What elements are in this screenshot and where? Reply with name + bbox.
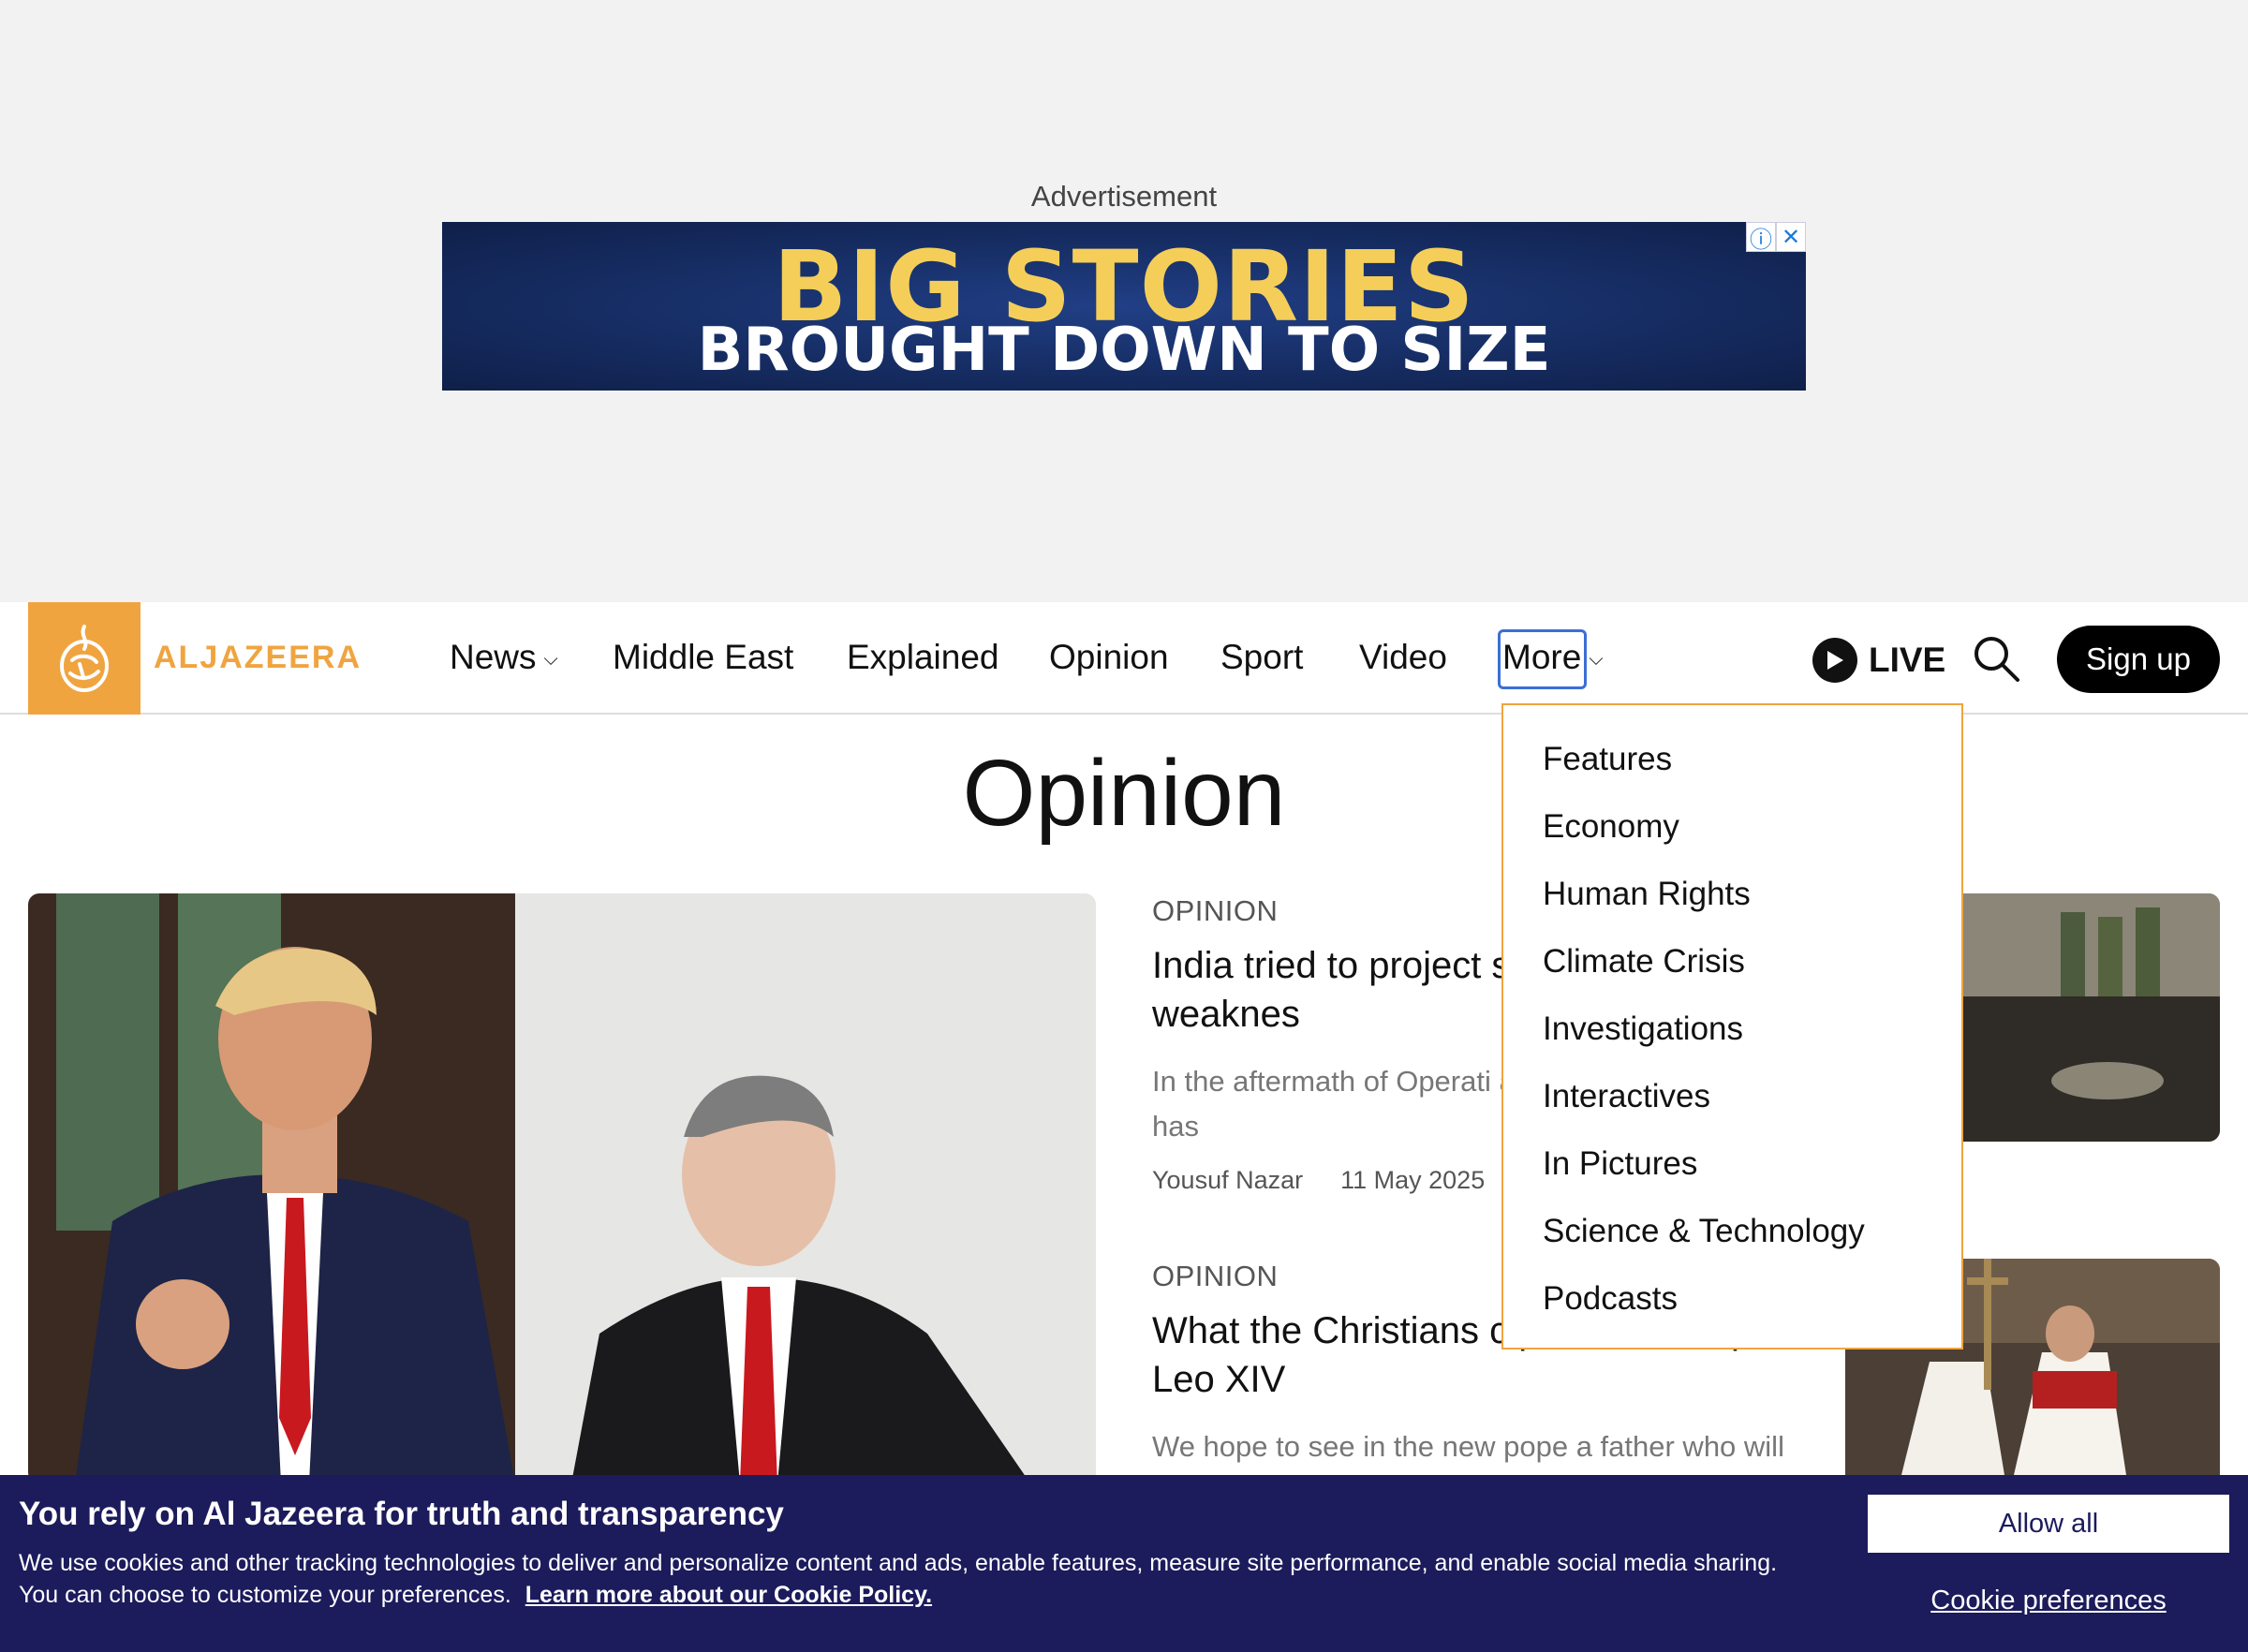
close-icon[interactable]: ✕ — [1776, 222, 1806, 252]
menu-item-climate-crisis[interactable]: Climate Crisis — [1503, 928, 1961, 996]
nav-explained[interactable]: Explained — [847, 638, 999, 677]
ad-banner[interactable]: BIG STORIES BROUGHT DOWN TO SIZE ⓘ ✕ — [442, 222, 1806, 391]
nav-opinion-label: Opinion — [1049, 638, 1169, 676]
menu-item-human-rights[interactable]: Human Rights — [1503, 861, 1961, 928]
nav-video-label: Video — [1359, 638, 1447, 676]
nav-news[interactable]: News ⌵ — [450, 638, 558, 677]
cookie-text: We use cookies and other tracking techno… — [19, 1547, 1780, 1611]
nav-middle-east-label: Middle East — [613, 638, 794, 676]
logo-icon — [60, 625, 109, 692]
nav-news-label: News — [450, 638, 537, 676]
advertisement-area: Advertisement BIG STORIES BROUGHT DOWN T… — [0, 0, 2248, 602]
chevron-down-icon: ⌵ — [1589, 648, 1604, 670]
nav-video[interactable]: Video — [1359, 638, 1447, 677]
menu-item-podcasts[interactable]: Podcasts — [1503, 1265, 1961, 1333]
menu-item-economy[interactable]: Economy — [1503, 793, 1961, 861]
logo-wordmark[interactable]: ALJAZEERA — [154, 640, 362, 676]
menu-item-features[interactable]: Features — [1503, 726, 1961, 793]
logo[interactable] — [28, 602, 140, 715]
cookie-title: You rely on Al Jazeera for truth and tra… — [19, 1496, 784, 1532]
hero-image[interactable] — [28, 893, 1096, 1483]
cookie-policy-link[interactable]: Learn more about our Cookie Policy. — [525, 1582, 932, 1608]
main-nav: ALJAZEERA News ⌵ Middle East Explained O… — [0, 602, 2248, 715]
live-label: LIVE — [1869, 641, 1946, 679]
search-icon[interactable] — [1972, 634, 2020, 683]
allow-all-button[interactable]: Allow all — [1868, 1495, 2229, 1553]
play-icon — [1812, 638, 1857, 683]
cookie-preferences-link[interactable]: Cookie preferences — [1868, 1586, 2229, 1616]
cookie-banner: You rely on Al Jazeera for truth and tra… — [0, 1475, 2248, 1652]
ad-controls: ⓘ ✕ — [1746, 222, 1806, 253]
article-summary: We hope to see in the new pope a father … — [1152, 1430, 1784, 1463]
more-dropdown-menu: Features Economy Human Rights Climate Cr… — [1501, 703, 1963, 1350]
more-focus-ring — [1498, 629, 1587, 689]
nav-opinion[interactable]: Opinion — [1049, 638, 1169, 677]
nav-middle-east[interactable]: Middle East — [613, 638, 793, 677]
nav-sport[interactable]: Sport — [1220, 638, 1303, 677]
ad-label: Advertisement — [1030, 180, 1218, 213]
nav-explained-label: Explained — [847, 638, 999, 676]
menu-item-science-technology[interactable]: Science & Technology — [1503, 1198, 1961, 1265]
menu-item-investigations[interactable]: Investigations — [1503, 996, 1961, 1063]
ad-subline: BROUGHT DOWN TO SIZE — [697, 316, 1551, 385]
article-date: 11 May 2025 — [1340, 1166, 1486, 1194]
article-author[interactable]: Yousuf Nazar — [1152, 1166, 1303, 1195]
menu-item-in-pictures[interactable]: In Pictures — [1503, 1130, 1961, 1198]
info-icon[interactable]: ⓘ — [1746, 222, 1776, 253]
hero-photo — [28, 893, 1096, 1483]
signup-button[interactable]: Sign up — [2057, 626, 2220, 693]
nav-sport-label: Sport — [1220, 638, 1304, 676]
live-link[interactable]: LIVE — [1812, 638, 1945, 683]
menu-item-interactives[interactable]: Interactives — [1503, 1063, 1961, 1130]
chevron-down-icon: ⌵ — [543, 648, 558, 670]
